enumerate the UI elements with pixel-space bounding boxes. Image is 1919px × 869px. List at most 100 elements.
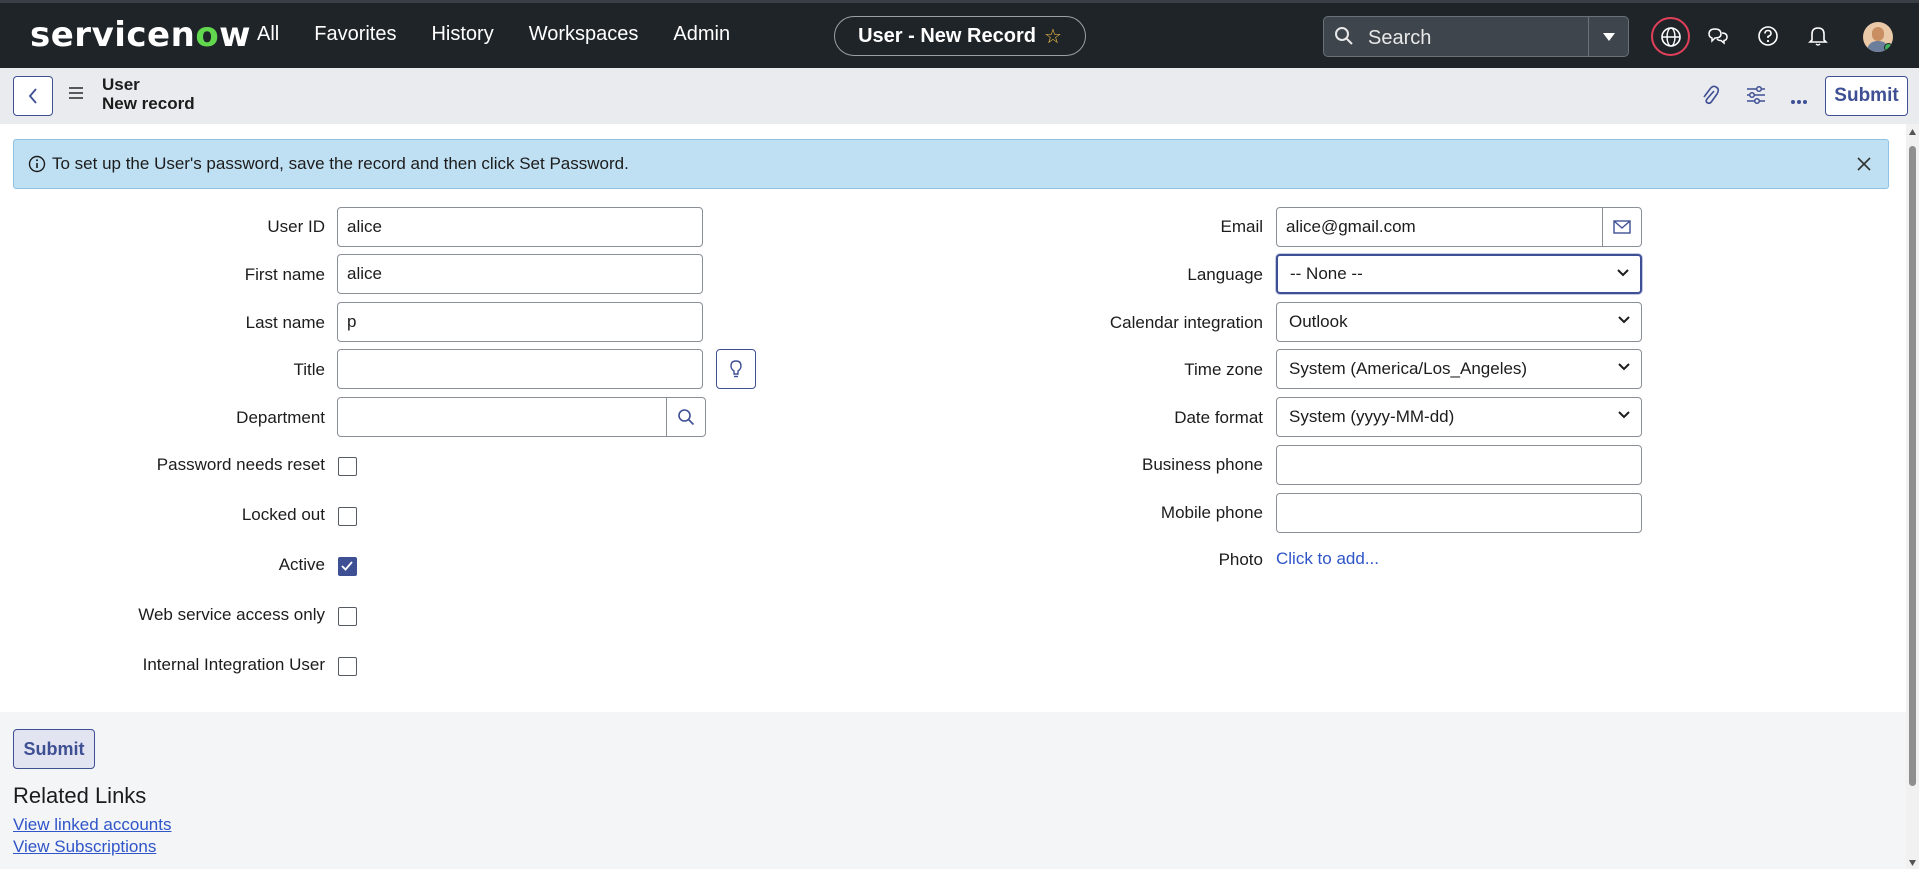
email-input[interactable]: alice@gmail.com — [1276, 207, 1603, 247]
active-label: Active — [278, 555, 325, 574]
active-checkbox[interactable] — [338, 557, 357, 576]
info-icon — [28, 155, 46, 178]
internal-integration-label: Internal Integration User — [142, 655, 325, 674]
date-format-label: Date format — [1174, 408, 1263, 427]
chat-icon[interactable] — [1701, 19, 1735, 53]
add-photo-link[interactable]: Click to add... — [1276, 549, 1379, 569]
nav-admin[interactable]: Admin — [673, 23, 730, 46]
form-header: User New record Submit — [0, 68, 1919, 124]
online-status-dot — [1884, 43, 1893, 52]
mobile-phone-label: Mobile phone — [1160, 503, 1263, 522]
email-value: alice@gmail.com — [1286, 217, 1416, 236]
globe-icon[interactable] — [1651, 17, 1690, 56]
timezone-label: Time zone — [1184, 360, 1263, 379]
submit-button-bottom[interactable]: Submit — [13, 729, 95, 769]
timezone-select[interactable]: System (America/Los_Angeles) — [1276, 349, 1642, 389]
first-name-label: First name — [244, 265, 325, 284]
locked-out-label: Locked out — [241, 505, 325, 524]
department-lookup-button[interactable] — [666, 397, 706, 437]
last-name-input[interactable]: p — [337, 302, 703, 342]
related-links-title: Related Links — [13, 783, 147, 808]
checkmark-icon — [341, 561, 353, 571]
date-format-value: System (yyyy-MM-dd) — [1289, 407, 1455, 426]
scrollbar-thumb[interactable] — [1909, 146, 1916, 786]
photo-label: Photo — [1218, 550, 1263, 569]
department-input[interactable] — [337, 397, 667, 437]
nav-links: All Favorites History Workspaces Admin — [257, 23, 765, 46]
internal-integration-checkbox[interactable] — [338, 657, 357, 676]
user-id-label: User ID — [267, 217, 325, 236]
record-pill-label: User - New Record — [858, 24, 1036, 47]
language-value: -- None -- — [1290, 264, 1363, 283]
record-title: User New record — [102, 75, 195, 113]
record-title-pill[interactable]: User - New Record ☆ — [834, 16, 1086, 56]
search-scope-dropdown[interactable] — [1588, 17, 1628, 56]
scroll-up-icon — [1909, 129, 1916, 135]
chevron-down-icon — [1618, 411, 1630, 419]
title-label: Title — [293, 360, 326, 379]
timezone-value: System (America/Los_Angeles) — [1289, 359, 1528, 378]
servicenow-logo[interactable]: servicenow — [30, 15, 251, 55]
lightbulb-icon — [730, 360, 742, 378]
favorite-star-icon[interactable]: ☆ — [1044, 24, 1062, 49]
notifications-bell-icon[interactable] — [1801, 19, 1835, 53]
banner-message: To set up the User's password, save the … — [52, 154, 629, 173]
language-select[interactable]: -- None -- — [1276, 254, 1642, 294]
more-options-icon[interactable] — [1790, 92, 1808, 110]
business-phone-input[interactable] — [1276, 445, 1642, 485]
search-placeholder: Search — [1368, 27, 1432, 49]
envelope-icon — [1613, 220, 1631, 234]
email-label: Email — [1220, 217, 1263, 236]
chevron-down-icon — [1618, 363, 1630, 371]
personalize-sliders-icon[interactable] — [1745, 84, 1767, 111]
record-type: User — [102, 75, 140, 94]
scroll-down-icon — [1909, 860, 1916, 866]
view-linked-accounts-link[interactable]: View linked accounts — [13, 815, 171, 835]
close-icon[interactable] — [1852, 152, 1876, 181]
chevron-left-icon — [28, 88, 37, 104]
chevron-down-icon — [1617, 269, 1629, 277]
nav-history[interactable]: History — [431, 23, 493, 46]
info-banner: To set up the User's password, save the … — [13, 139, 1889, 189]
attachment-paperclip-icon[interactable] — [1700, 84, 1720, 113]
password-reset-checkbox[interactable] — [338, 457, 357, 476]
web-service-label: Web service access only — [138, 605, 325, 624]
submit-button-header[interactable]: Submit — [1825, 76, 1908, 116]
department-label: Department — [236, 408, 325, 427]
web-service-checkbox[interactable] — [338, 607, 357, 626]
global-search[interactable]: Search — [1323, 16, 1629, 57]
last-name-label: Last name — [245, 313, 325, 332]
chevron-down-icon — [1618, 316, 1630, 324]
calendar-select[interactable]: Outlook — [1276, 302, 1642, 342]
help-icon[interactable] — [1751, 19, 1785, 53]
last-name-value: p — [347, 312, 357, 331]
view-subscriptions-link[interactable]: View Subscriptions — [13, 837, 156, 857]
form-footer — [0, 712, 1906, 869]
calendar-label: Calendar integration — [1109, 313, 1263, 332]
business-phone-label: Business phone — [1142, 455, 1263, 474]
send-email-button[interactable] — [1602, 207, 1642, 247]
user-id-input[interactable]: alice — [337, 207, 703, 247]
locked-out-checkbox[interactable] — [338, 507, 357, 526]
top-navigation: servicenow All Favorites History Workspa… — [0, 0, 1919, 68]
user-avatar[interactable] — [1863, 22, 1893, 52]
date-format-select[interactable]: System (yyyy-MM-dd) — [1276, 397, 1642, 437]
title-input[interactable] — [337, 349, 703, 389]
page-scrollbar[interactable] — [1906, 124, 1919, 869]
calendar-value: Outlook — [1289, 312, 1348, 331]
search-icon — [1334, 26, 1354, 52]
nav-workspaces[interactable]: Workspaces — [529, 23, 639, 46]
language-label: Language — [1187, 265, 1263, 284]
mobile-phone-input[interactable] — [1276, 493, 1642, 533]
user-id-value: alice — [347, 217, 382, 236]
title-suggestion-button[interactable] — [716, 349, 756, 389]
first-name-value: alice — [347, 264, 382, 283]
context-menu-icon[interactable] — [68, 86, 84, 105]
nav-all[interactable]: All — [257, 23, 279, 46]
nav-favorites[interactable]: Favorites — [314, 23, 396, 46]
password-reset-label: Password needs reset — [156, 455, 325, 474]
back-button[interactable] — [13, 76, 53, 116]
record-state: New record — [102, 94, 195, 113]
first-name-input[interactable]: alice — [337, 254, 703, 294]
search-icon — [678, 409, 695, 426]
